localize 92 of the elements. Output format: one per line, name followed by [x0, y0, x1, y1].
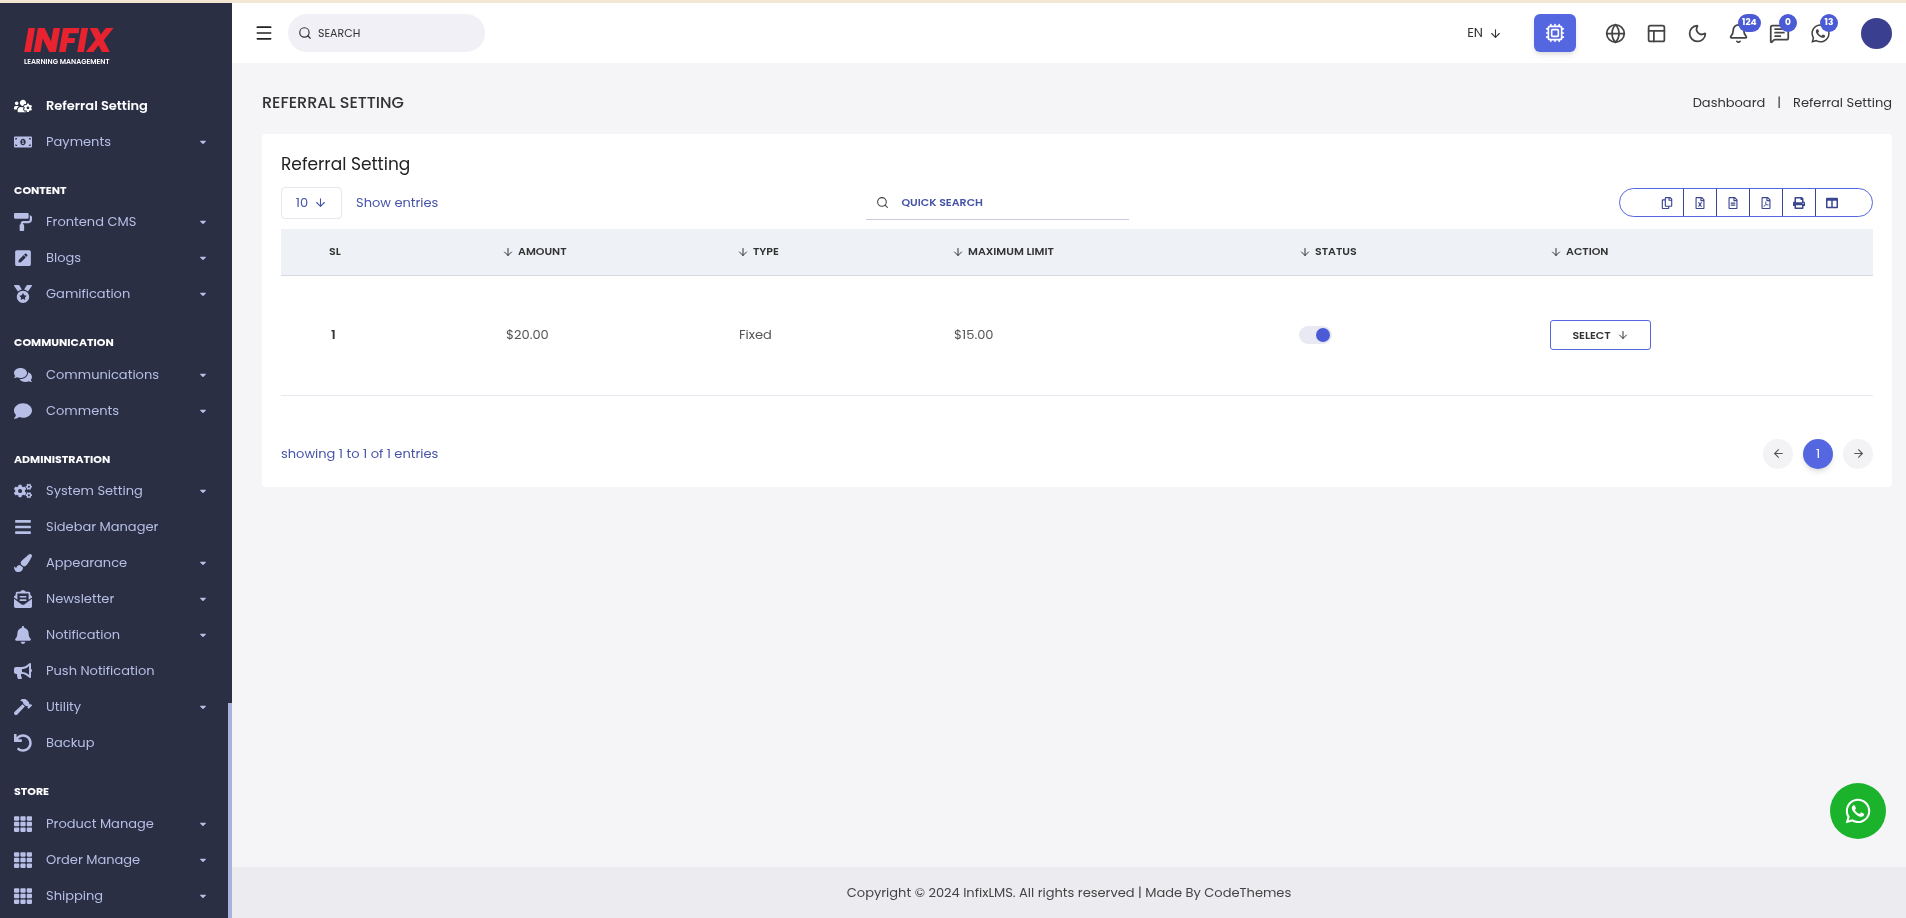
chip-button[interactable] — [1534, 14, 1576, 52]
sort-arrow-icon — [737, 245, 749, 258]
breadcrumb-link[interactable]: Dashboard — [1692, 93, 1766, 113]
sort-arrow-icon — [1299, 245, 1311, 258]
moon-icon[interactable] — [1687, 22, 1708, 44]
search-field[interactable]: SEARCH — [288, 14, 485, 52]
arrow-down-icon — [1616, 329, 1629, 341]
speech-bubble-icon — [14, 401, 32, 420]
column-header[interactable]: SL — [281, 243, 502, 260]
bell-icon — [14, 626, 32, 644]
columns-icon — [1826, 196, 1838, 209]
chip-icon — [1545, 23, 1565, 43]
pdf-file-icon — [1760, 196, 1772, 209]
section-heading: STORE — [13, 783, 51, 801]
breadcrumb-link[interactable]: Referral Setting — [1793, 93, 1892, 113]
undo-arrow-icon — [14, 734, 32, 752]
sort-arrow-icon — [952, 245, 964, 258]
status-toggle[interactable] — [1299, 326, 1332, 344]
sidebar-item[interactable]: System Setting — [0, 473, 232, 509]
speech-bubbles-icon — [14, 365, 32, 384]
paintbrush-icon — [14, 554, 32, 572]
quick-search-field[interactable]: QUICK SEARCH — [866, 185, 1130, 220]
sidebar-item[interactable]: Frontend CMS — [0, 204, 232, 240]
sidebar-item[interactable]: Blogs — [0, 240, 232, 276]
column-header[interactable]: MAXIMUM LIMIT — [952, 243, 1299, 260]
table-cell-text: 1 — [330, 325, 337, 345]
page-title: REFERRAL SETTING — [262, 91, 404, 115]
arrow-right-icon — [1851, 447, 1865, 460]
arrow-left-icon — [1771, 447, 1785, 460]
select-button[interactable]: SELECT — [1550, 320, 1651, 350]
avatar[interactable] — [1861, 17, 1892, 49]
table-cell-text: $20.00 — [505, 325, 550, 345]
column-header[interactable]: STATUS — [1299, 243, 1550, 260]
print-icon — [1793, 196, 1805, 209]
sort-arrow-icon — [1550, 245, 1562, 258]
column-header[interactable]: ACTION — [1550, 243, 1873, 260]
sidebar-item[interactable]: Communications — [0, 356, 232, 393]
grid-icon — [14, 886, 32, 905]
column-header[interactable]: TYPE — [737, 243, 952, 260]
arrow-down-icon — [1489, 26, 1502, 40]
sidebar-item[interactable]: Order Manage — [0, 841, 232, 878]
spreadsheet-file-icon — [1694, 196, 1706, 209]
grid-icon — [14, 814, 32, 833]
language-selector[interactable]: EN — [1467, 23, 1502, 43]
gears-icon — [14, 482, 32, 500]
breadcrumb-separator: | — [1777, 93, 1782, 113]
column-header[interactable]: AMOUNT — [502, 243, 737, 260]
sidebar-item[interactable]: Shipping — [0, 877, 232, 914]
sidebar-item[interactable]: Backup — [0, 725, 232, 761]
sidebar-item[interactable]: Push Notification — [0, 653, 232, 689]
sidebar-item[interactable]: Appearance — [0, 545, 232, 581]
globe-icon[interactable] — [1605, 22, 1626, 44]
table-cell-text: $15.00 — [953, 325, 995, 345]
sidebar-item[interactable]: Comments — [0, 392, 232, 429]
copyright-text: Copyright © 2024 InfixLMS. All rights reserved | Made By CodeThemes — [846, 882, 1292, 903]
count-badge: 0 — [1779, 13, 1797, 32]
medal-icon — [14, 285, 32, 303]
count-badge: 13 — [1820, 13, 1838, 32]
search-icon — [876, 196, 890, 209]
chat-phone-icon — [1844, 797, 1872, 825]
table-cell-text: Fixed — [738, 325, 773, 345]
menu-icon[interactable] — [254, 23, 274, 43]
section-heading: ADMINISTRATION — [13, 450, 112, 469]
sidebar-item[interactable]: Referral Setting — [0, 87, 232, 124]
show-entries-label: Show entries — [356, 192, 439, 213]
sidebar-item[interactable]: Gamification — [0, 276, 232, 312]
sidebar-item[interactable]: Utility — [0, 689, 232, 725]
layout-icon[interactable] — [1646, 22, 1667, 44]
sidebar-item[interactable]: Notification — [0, 617, 232, 653]
arrow-down-icon — [314, 196, 328, 209]
section-heading: COMMUNICATION — [13, 334, 115, 352]
page-size-select[interactable]: 10 — [281, 186, 342, 219]
page-button[interactable]: 1 — [1803, 438, 1833, 469]
whatsapp-chat-button[interactable] — [1830, 783, 1886, 839]
sort-arrow-icon — [502, 245, 514, 258]
text-file-icon — [1727, 196, 1739, 209]
hammer-icon — [14, 698, 32, 716]
sidebar-item[interactable]: Sidebar Manager — [0, 509, 232, 545]
grid-icon — [14, 850, 32, 869]
sidebar-item[interactable]: Product Manage — [0, 805, 232, 842]
sidebar-item[interactable]: Newsletter — [0, 581, 232, 617]
sidebar-item[interactable]: Payments — [0, 123, 232, 160]
section-heading: CONTENT — [13, 181, 68, 200]
bars-icon — [14, 518, 32, 536]
search-icon — [298, 26, 312, 40]
entries-info: showing 1 to 1 of 1 entries — [281, 443, 439, 464]
paint-roller-icon — [14, 213, 32, 231]
card-title: Referral Setting — [281, 152, 412, 178]
copy-icon — [1660, 196, 1673, 209]
envelope-icon — [14, 590, 32, 608]
count-badge: 124 — [1738, 13, 1761, 32]
megaphone-icon — [14, 662, 32, 680]
